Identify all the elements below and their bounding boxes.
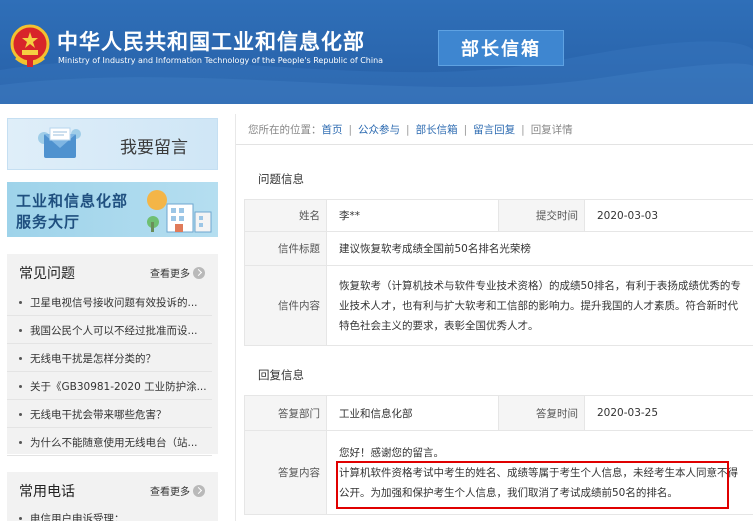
reply-time-label: 答复时间 bbox=[498, 395, 585, 431]
submit-time-value: 2020-03-03 bbox=[584, 199, 753, 232]
breadcrumb-public-participation[interactable]: 公众参与 bbox=[358, 124, 400, 136]
name-label: 姓名 bbox=[244, 199, 327, 232]
main-content: 您所在的位置：首页 | 公众参与 | 部长信箱 | 留言回复 | 回复详情 问题信息 姓名 李*… bbox=[235, 114, 753, 521]
national-emblem-icon bbox=[10, 24, 50, 67]
question-row-subject: 信件标题 建议恢复软考成绩全国前50名排名光荣榜 bbox=[244, 231, 753, 266]
phone-header: 常用电话 查看更多 bbox=[7, 472, 218, 506]
faq-item[interactable]: 卫星电视信号接收问题有效投诉的... bbox=[7, 288, 212, 316]
faq-list: 卫星电视信号接收问题有效投诉的... 我国公民个人可以不经过批准而设... 无线… bbox=[7, 288, 218, 456]
breadcrumb-current: 回复详情 bbox=[530, 124, 573, 136]
phone-item[interactable]: 电信用户申诉受理： bbox=[19, 511, 125, 521]
service-hall-title: 工业和信息化部 bbox=[16, 192, 129, 210]
reply-body: 计算机软件资格考试中考生的姓名、成绩等属于考生个人信息，未经考生本人同意不得公开… bbox=[339, 466, 738, 499]
breadcrumb-minister-mailbox[interactable]: 部长信箱 bbox=[416, 124, 458, 136]
faq-box: 常见问题 查看更多 卫星电视信号接收问题有效投诉的... 我国公民个人可以不经过… bbox=[7, 254, 218, 456]
breadcrumb-separator: | bbox=[348, 124, 353, 136]
phone-more-label: 查看更多 bbox=[150, 487, 190, 498]
question-table: 姓名 李** 提交时间 2020-03-03 信件标题 建议恢复软考成绩全国前5… bbox=[244, 199, 753, 346]
content-value: 恢复软考（计算机技术与软件专业技术资格）的成绩50排名，有利于表扬成绩优秀的专业… bbox=[326, 265, 753, 346]
faq-item[interactable]: 无线电干扰是怎样分类的？ bbox=[7, 344, 212, 372]
faq-item[interactable]: 关于《GB30981-2020 工业防护涂... bbox=[7, 372, 212, 400]
faq-more-label: 查看更多 bbox=[150, 269, 190, 280]
breadcrumb-separator: | bbox=[406, 124, 410, 136]
subject-value: 建议恢复软考成绩全国前50名排名光荣榜 bbox=[326, 231, 753, 266]
reply-table: 答复部门 工业和信息化部 答复时间 2020-03-25 答复内容 您好！感谢您… bbox=[244, 395, 753, 515]
site-title: 中华人民共和国工业和信息化部 bbox=[57, 30, 365, 54]
phone-title: 常用电话 bbox=[19, 484, 75, 500]
breadcrumb-separator: | bbox=[521, 124, 525, 136]
reply-row-content: 答复内容 您好！感谢您的留言。 计算机软件资格考试中考生的姓名、成绩等属于考生个… bbox=[244, 430, 753, 515]
breadcrumb-prefix: 您所在的位置： bbox=[248, 124, 322, 136]
faq-header: 常见问题 查看更多 bbox=[7, 254, 218, 288]
reply-dept-value: 工业和信息化部 bbox=[326, 395, 499, 431]
faq-more-link[interactable]: 查看更多 bbox=[150, 265, 205, 280]
building-icon bbox=[147, 190, 212, 233]
phone-box: 常用电话 查看更多 电信用户申诉受理： bbox=[7, 472, 218, 521]
faq-title: 常见问题 bbox=[19, 266, 75, 282]
reply-time-value: 2020-03-25 bbox=[584, 395, 753, 431]
faq-item[interactable]: 我国公民个人可以不经过批准而设... bbox=[7, 316, 212, 344]
content-label: 信件内容 bbox=[244, 265, 327, 346]
faq-item[interactable]: 无线电干扰会带来哪些危害？ bbox=[7, 400, 212, 428]
faq-item[interactable]: 为什么不能随意使用无线电台（站... bbox=[7, 428, 212, 456]
reply-content-label: 答复内容 bbox=[244, 430, 327, 515]
breadcrumb-message-reply[interactable]: 留言回复 bbox=[473, 124, 515, 136]
breadcrumb: 您所在的位置：首页 | 公众参与 | 部长信箱 | 留言回复 | 回复详情 bbox=[248, 122, 573, 137]
minister-mailbox-tab[interactable]: 部长信箱 bbox=[438, 30, 564, 66]
leave-message-banner[interactable]: 我要留言 bbox=[7, 118, 218, 170]
question-row-name: 姓名 李** 提交时间 2020-03-03 bbox=[244, 199, 753, 232]
phone-more-link[interactable]: 查看更多 bbox=[150, 483, 205, 498]
leave-message-label: 我要留言 bbox=[120, 138, 188, 158]
chevron-right-icon bbox=[193, 266, 205, 279]
breadcrumb-home[interactable]: 首页 bbox=[322, 124, 343, 136]
site-subtitle: Ministry of Industry and Information Tec… bbox=[58, 56, 384, 65]
breadcrumb-divider bbox=[236, 144, 753, 145]
reply-dept-label: 答复部门 bbox=[244, 395, 327, 431]
submit-time-label: 提交时间 bbox=[498, 199, 585, 232]
service-hall-banner[interactable]: 工业和信息化部 服务大厅 bbox=[7, 182, 218, 237]
breadcrumb-separator: | bbox=[463, 124, 468, 136]
question-section-title: 问题信息 bbox=[258, 172, 304, 186]
envelope-icon bbox=[38, 127, 81, 158]
site-header: 中华人民共和国工业和信息化部 Ministry of Industry and … bbox=[0, 0, 753, 104]
question-row-content: 信件内容 恢复软考（计算机技术与软件专业技术资格）的成绩50排名，有利于表扬成绩… bbox=[244, 265, 753, 346]
chevron-right-icon bbox=[193, 484, 205, 497]
service-hall-subtitle: 服务大厅 bbox=[16, 213, 81, 231]
reply-row-dept: 答复部门 工业和信息化部 答复时间 2020-03-25 bbox=[244, 395, 753, 431]
name-value: 李** bbox=[326, 199, 499, 232]
subject-label: 信件标题 bbox=[244, 231, 327, 266]
reply-content-cell: 您好！感谢您的留言。 计算机软件资格考试中考生的姓名、成绩等属于考生个人信息，未… bbox=[326, 430, 753, 515]
reply-greeting: 您好！感谢您的留言。 bbox=[339, 446, 444, 459]
reply-section-title: 回复信息 bbox=[258, 368, 304, 382]
